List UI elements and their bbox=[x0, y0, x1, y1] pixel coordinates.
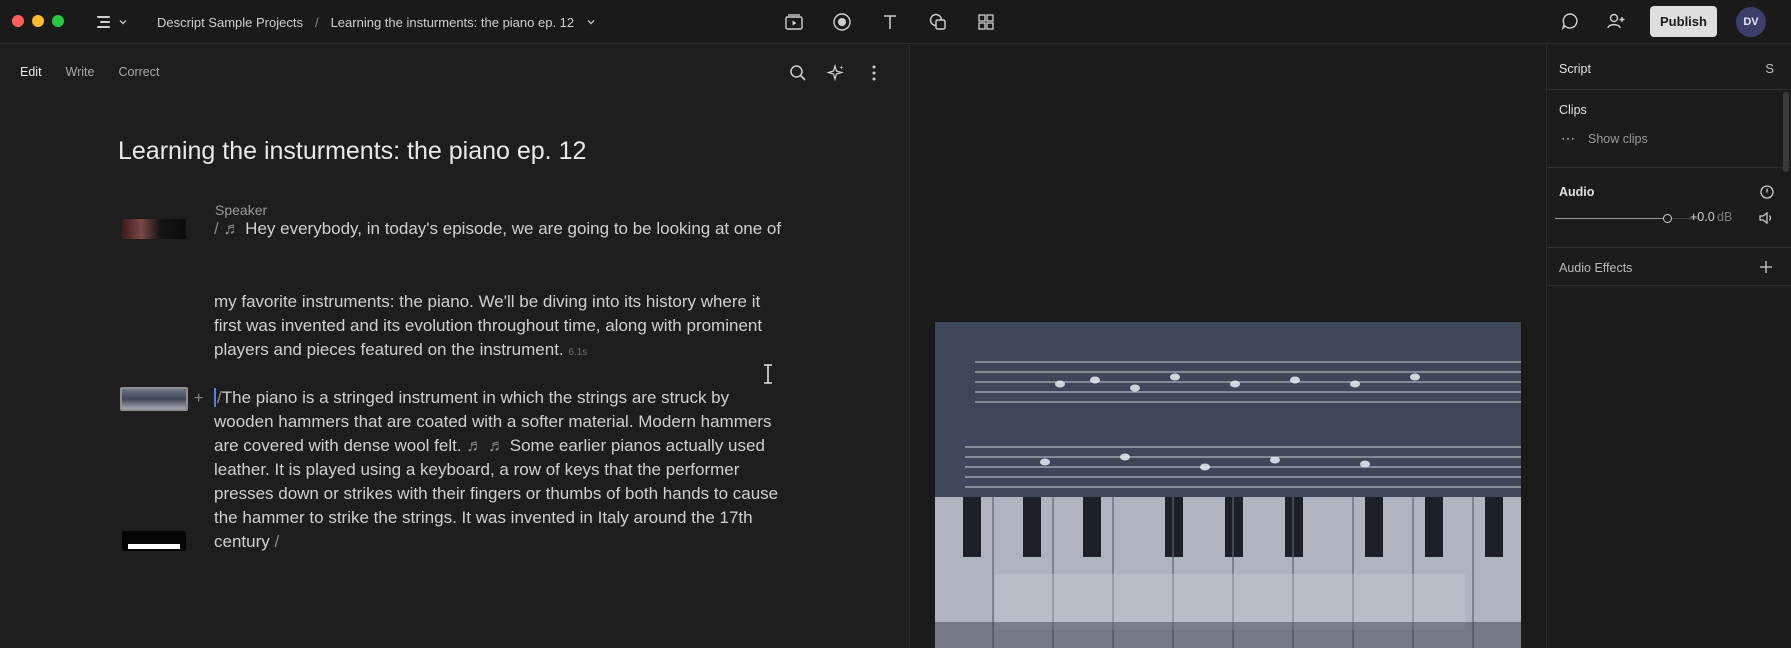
ai-sparkle-icon[interactable] bbox=[826, 63, 846, 83]
text-cursor-icon bbox=[764, 364, 772, 384]
window-close-button[interactable] bbox=[12, 15, 24, 27]
volume-value[interactable]: +0.0 bbox=[1690, 210, 1715, 224]
window-zoom-button[interactable] bbox=[52, 15, 64, 27]
breadcrumb-separator: / bbox=[314, 14, 319, 30]
clips-section: Clips ⋯ Show clips bbox=[1547, 90, 1791, 168]
app-menu-button[interactable] bbox=[96, 12, 130, 32]
add-user-icon bbox=[1607, 13, 1625, 29]
preview-frame[interactable] bbox=[935, 322, 1521, 648]
transcript-paragraph[interactable]: / ♬ Hey everybody, in today's episode, w… bbox=[214, 217, 784, 241]
piano-sheet-music-image bbox=[935, 322, 1521, 648]
properties-panel: Script S Clips ⋯ Show clips Audio +0.0 d… bbox=[1546, 45, 1791, 648]
add-shape-button[interactable] bbox=[926, 10, 950, 34]
tab-write[interactable]: Write bbox=[66, 65, 95, 79]
show-clips-button[interactable]: Show clips bbox=[1588, 132, 1648, 146]
volume-unit: dB bbox=[1717, 210, 1733, 224]
text-icon bbox=[884, 15, 896, 29]
menu-icon bbox=[97, 16, 110, 28]
volume-slider-track[interactable] bbox=[1555, 218, 1667, 219]
plus-icon[interactable] bbox=[1759, 260, 1773, 274]
comments-button[interactable] bbox=[1560, 11, 1582, 33]
speaker-icon[interactable] bbox=[1758, 210, 1774, 226]
publish-button[interactable]: Publish bbox=[1650, 6, 1717, 37]
insert-toolbar bbox=[782, 10, 998, 34]
add-scene-plus-icon[interactable]: + bbox=[194, 390, 203, 408]
title-bar: Descript Sample Projects / Learning the … bbox=[0, 0, 1791, 44]
transcript-text[interactable]: Hey everybody, in today's episode, we ar… bbox=[245, 219, 781, 238]
editor-mode-tabs: Edit Write Correct bbox=[20, 65, 159, 79]
transcript-paragraph[interactable]: /The piano is a stringed instrument in w… bbox=[214, 386, 784, 554]
breadcrumb-project[interactable]: Descript Sample Projects bbox=[157, 15, 303, 30]
panel-scrollbar[interactable] bbox=[1783, 92, 1789, 172]
script-editor: Edit Write Correct Learning the insturme… bbox=[0, 45, 910, 648]
clock-icon[interactable] bbox=[1759, 184, 1775, 200]
audio-section: Audio bbox=[1547, 168, 1791, 248]
breadcrumb: Descript Sample Projects / Learning the … bbox=[157, 0, 596, 44]
more-options-icon[interactable] bbox=[864, 63, 884, 83]
volume-slider-handle[interactable] bbox=[1663, 214, 1672, 223]
avatar[interactable]: DV bbox=[1736, 7, 1766, 37]
chevron-down-icon bbox=[119, 20, 127, 25]
grid-icon bbox=[978, 14, 994, 30]
record-icon bbox=[833, 13, 851, 31]
scene-marker: / ♬ bbox=[214, 219, 246, 238]
comment-icon bbox=[1561, 13, 1578, 31]
ellipsis-icon[interactable]: ⋯ bbox=[1561, 130, 1576, 147]
audio-effects-label: Audio Effects bbox=[1559, 261, 1633, 275]
transcript-paragraph[interactable]: my favorite instruments: the piano. We'l… bbox=[214, 290, 784, 365]
breadcrumb-composition[interactable]: Learning the insturments: the piano ep. … bbox=[331, 15, 575, 30]
document-title[interactable]: Learning the insturments: the piano ep. … bbox=[118, 137, 586, 166]
window-minimize-button[interactable] bbox=[32, 15, 44, 27]
add-text-button[interactable] bbox=[878, 10, 902, 34]
scene-marker: / bbox=[269, 532, 280, 551]
search-icon[interactable] bbox=[788, 63, 808, 83]
shapes-icon bbox=[929, 13, 946, 30]
script-label: Script bbox=[1559, 62, 1591, 76]
scene-icon bbox=[785, 14, 803, 30]
chevron-down-icon[interactable] bbox=[586, 17, 596, 27]
scene-marker-cursor: / bbox=[214, 388, 222, 407]
tab-correct[interactable]: Correct bbox=[118, 65, 159, 79]
pause-duration[interactable]: 6.1s bbox=[568, 347, 587, 358]
speaker-label[interactable]: Speaker bbox=[215, 202, 267, 218]
script-section[interactable]: Script S bbox=[1547, 45, 1791, 90]
editor-toolbar bbox=[788, 63, 884, 83]
share-button[interactable] bbox=[1606, 11, 1628, 33]
record-button[interactable] bbox=[830, 10, 854, 34]
clips-label: Clips bbox=[1559, 103, 1587, 117]
music-notes: ♬ ♬ bbox=[461, 436, 510, 455]
transcript-text[interactable]: my favorite instruments: the piano. We'l… bbox=[214, 292, 762, 359]
scene-thumbnail[interactable] bbox=[122, 219, 186, 239]
add-element-button[interactable] bbox=[974, 10, 998, 34]
add-scene-button[interactable] bbox=[782, 10, 806, 34]
scene-thumbnail[interactable] bbox=[122, 531, 186, 551]
audio-label: Audio bbox=[1559, 185, 1595, 199]
audio-effects-section[interactable]: Audio Effects bbox=[1547, 248, 1791, 286]
scene-thumbnail-selected[interactable] bbox=[120, 387, 188, 411]
script-shortcut: S bbox=[1765, 61, 1774, 76]
tab-edit[interactable]: Edit bbox=[20, 65, 42, 79]
